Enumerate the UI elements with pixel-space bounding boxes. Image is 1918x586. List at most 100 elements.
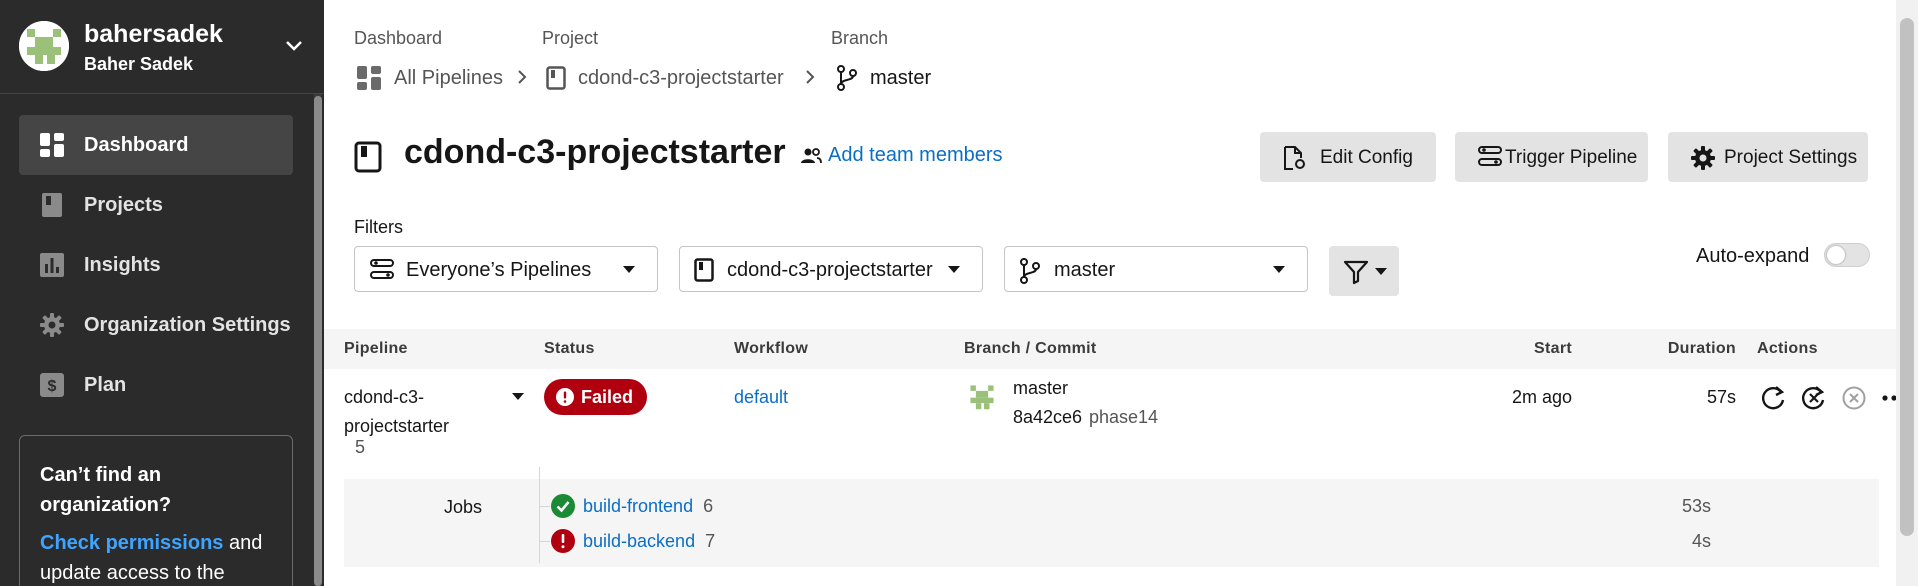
org-avatar <box>19 21 69 71</box>
sidebar-scrollbar-thumb[interactable] <box>314 96 322 586</box>
pipeline-number: 5 <box>355 437 366 457</box>
column-header-actions: Actions <box>1757 340 1818 357</box>
pipelines-icon <box>370 259 394 279</box>
caret-down-icon[interactable] <box>512 393 524 401</box>
breadcrumb-branch[interactable]: master <box>836 63 931 93</box>
project-filter-select[interactable]: cdond-c3-projectstarter <box>679 246 983 292</box>
sidebar-item-organization-settings[interactable]: Organization Settings <box>19 295 293 355</box>
main-content: Dashboard Project Branch All Pipelines c… <box>324 0 1918 586</box>
advanced-filter-button[interactable] <box>1329 246 1399 296</box>
people-icon <box>801 147 822 163</box>
status-badge[interactable]: Failed <box>544 379 647 415</box>
pipeline-duration: 57s <box>1706 387 1736 407</box>
column-header-workflow: Workflow <box>734 340 809 357</box>
pipeline-name[interactable]: cdond-c3-projectstarter <box>344 383 464 441</box>
caret-down-icon <box>1375 268 1387 275</box>
funnel-icon <box>1343 260 1369 285</box>
dashboard-icon <box>357 66 381 90</box>
job-duration: 4s <box>1691 531 1711 551</box>
check-permissions-link[interactable]: Check permissions <box>40 532 223 554</box>
job-number: 7 <box>705 530 716 551</box>
breadcrumb-all-pipelines[interactable]: All Pipelines <box>356 63 503 93</box>
jobs-tree-branch <box>540 506 550 507</box>
insights-icon <box>40 253 64 277</box>
sidebar-item-label: Plan <box>84 373 127 396</box>
add-team-members-label: Add team members <box>828 144 1003 166</box>
edit-config-label: Edit Config <box>1320 147 1413 168</box>
pipelines-table-header: Pipeline Status Workflow Branch / Commit… <box>324 329 1898 369</box>
success-check-icon <box>551 494 575 518</box>
project-icon <box>354 141 382 173</box>
chevron-right-icon <box>806 70 815 84</box>
status-label: Failed <box>581 387 634 407</box>
breadcrumb-label-project: Project <box>542 28 599 48</box>
job-row: build-frontend 6 <box>551 493 713 519</box>
gear-icon <box>40 313 64 337</box>
sidebar-item-label: Insights <box>84 253 161 276</box>
rerun-icon[interactable] <box>1759 383 1789 413</box>
add-team-members-link[interactable]: Add team members <box>800 144 1003 167</box>
org-switcher[interactable]: bahersadek Baher Sadek <box>0 0 324 94</box>
rerun-failed-icon[interactable] <box>1799 383 1829 413</box>
chevron-down-icon[interactable] <box>283 34 305 56</box>
breadcrumb-text: master <box>870 66 932 89</box>
job-duration: 53s <box>1681 496 1711 516</box>
commit-hash[interactable]: 8a42ce6 <box>1013 407 1082 428</box>
chevron-right-icon <box>518 70 527 84</box>
breadcrumb-project[interactable]: cdond-c3-projectstarter <box>546 63 784 93</box>
project-icon <box>694 258 714 282</box>
caret-down-icon <box>623 266 635 273</box>
branch-name: master <box>1013 378 1069 398</box>
caret-down-icon <box>948 266 960 273</box>
breadcrumb-label-dashboard: Dashboard <box>354 28 443 48</box>
pipelines-filter-value: Everyone’s Pipelines <box>406 259 592 281</box>
caret-down-icon <box>1273 266 1285 273</box>
auto-expand-label: Auto-expand <box>1696 245 1810 267</box>
gear-icon <box>1691 146 1715 170</box>
edit-config-button[interactable]: Edit Config <box>1260 132 1436 182</box>
page-scrollbar[interactable] <box>1896 0 1918 586</box>
org-help-card: Can’t find an organization? Check permis… <box>19 435 293 586</box>
projects-icon <box>42 193 62 217</box>
page-scrollbar-thumb[interactable] <box>1900 18 1914 536</box>
pipelines-filter-select[interactable]: Everyone’s Pipelines <box>354 246 658 292</box>
project-settings-label: Project Settings <box>1724 147 1858 168</box>
job-name-link[interactable]: build-frontend <box>583 496 693 517</box>
sidebar-item-projects[interactable]: Projects <box>19 175 293 235</box>
dashboard-icon <box>40 133 64 157</box>
sidebar-item-label: Dashboard <box>84 133 189 156</box>
jobs-label: Jobs <box>444 497 483 517</box>
help-card-title: Can’t find an organization? <box>40 464 172 516</box>
sidebar-item-label: Projects <box>84 193 163 216</box>
org-login: bahersadek <box>84 20 223 48</box>
jobs-tree-line <box>539 467 540 563</box>
cancel-icon[interactable] <box>1839 383 1869 413</box>
sidebar-scrollbar[interactable] <box>314 94 322 586</box>
toggle-knob <box>1827 246 1845 264</box>
svg-text:$: $ <box>48 378 57 395</box>
trigger-pipeline-button[interactable]: Trigger Pipeline <box>1455 132 1648 182</box>
sidebar-item-plan[interactable]: $ Plan <box>19 355 293 415</box>
failed-alert-icon <box>551 529 575 553</box>
filters-label: Filters <box>354 217 403 237</box>
column-header-branch-commit: Branch / Commit <box>964 340 1097 357</box>
sidebar-item-insights[interactable]: Insights <box>19 235 293 295</box>
committer-avatar <box>965 380 999 414</box>
job-name-link[interactable]: build-backend <box>583 531 695 552</box>
branch-icon <box>1020 258 1040 284</box>
jobs-tree-branch <box>540 541 550 542</box>
trigger-pipeline-icon <box>1478 146 1502 166</box>
column-header-start: Start <box>1534 340 1572 357</box>
breadcrumb-label-branch: Branch <box>831 28 889 48</box>
sidebar-nav: Dashboard Projects Insights Organization… <box>19 115 293 415</box>
project-settings-button[interactable]: Project Settings <box>1668 132 1868 182</box>
sidebar-item-label: Organization Settings <box>84 313 291 336</box>
plan-icon: $ <box>40 373 64 397</box>
branch-filter-select[interactable]: master <box>1004 246 1308 292</box>
workflow-link[interactable]: default <box>734 387 788 408</box>
breadcrumb-text: cdond-c3-projectstarter <box>578 66 784 89</box>
auto-expand-toggle[interactable] <box>1824 243 1870 267</box>
branch-filter-value: master <box>1054 259 1116 281</box>
sidebar-item-dashboard[interactable]: Dashboard <box>19 115 293 175</box>
alert-icon <box>556 388 574 406</box>
